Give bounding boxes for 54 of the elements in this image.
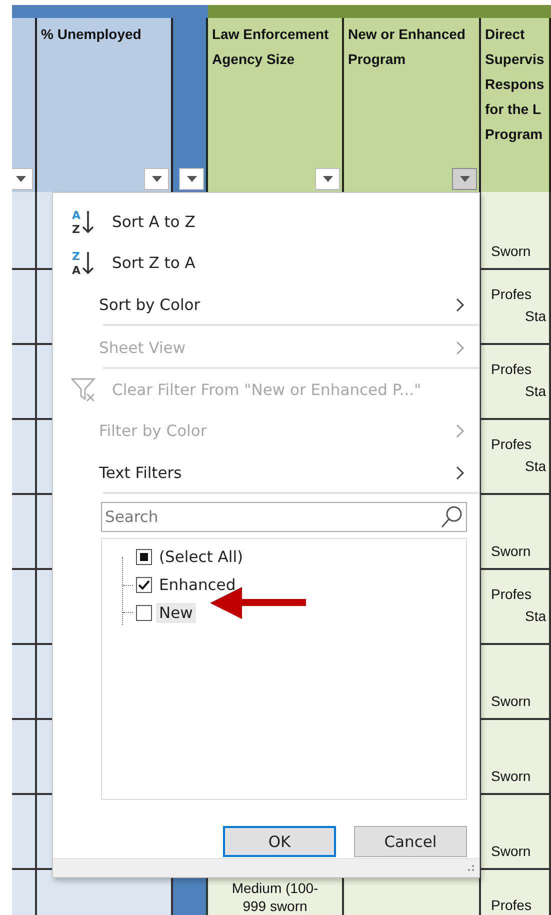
header-label: Law Enforcement Agency Size bbox=[212, 25, 330, 69]
cell-text: Profes bbox=[490, 360, 532, 378]
cell-text: Sworn bbox=[490, 242, 532, 261]
filter-dropdown-button[interactable] bbox=[315, 168, 340, 190]
header-label: Respons bbox=[485, 75, 545, 94]
header-label: Program bbox=[485, 125, 544, 144]
caret-icon bbox=[186, 176, 196, 182]
cancel-button[interactable]: Cancel bbox=[354, 826, 467, 857]
clear-filter-icon bbox=[71, 376, 97, 402]
header-label: % Unemployed bbox=[41, 25, 142, 44]
cell-text: Sta bbox=[524, 382, 548, 400]
caret-icon bbox=[152, 176, 162, 182]
checkbox[interactable] bbox=[136, 605, 152, 621]
cell-text: 999 sworn bbox=[242, 897, 308, 915]
menu-item[interactable]: Z A Sort Z to A bbox=[53, 242, 479, 283]
search-icon bbox=[440, 505, 464, 529]
caret-icon bbox=[16, 176, 26, 182]
cell-text: Profes bbox=[490, 284, 532, 304]
ok-button[interactable]: OK bbox=[223, 826, 336, 857]
cell-text: Profes bbox=[490, 434, 532, 454]
caret-icon bbox=[322, 176, 332, 182]
filter-dropdown-button[interactable] bbox=[12, 168, 33, 190]
cell-text: Sworn bbox=[490, 542, 532, 561]
value-label[interactable]: (Select All) bbox=[156, 547, 246, 567]
checkbox[interactable] bbox=[136, 577, 152, 593]
menu-item[interactable]: Sort by Color bbox=[53, 283, 479, 326]
filter-dropdown-button[interactable] bbox=[452, 168, 477, 190]
header-label: Direct bbox=[485, 25, 526, 44]
cell-text: Sworn bbox=[490, 842, 532, 861]
cell-text: Sworn bbox=[490, 767, 532, 786]
header-label: for the L bbox=[485, 100, 542, 119]
menu-item[interactable]: Text Filters bbox=[53, 451, 479, 494]
value-label[interactable]: Enhanced bbox=[156, 575, 239, 595]
resize-grip-icon[interactable] bbox=[467, 864, 475, 872]
chevron-right-icon bbox=[456, 298, 465, 312]
caret-icon bbox=[460, 176, 470, 182]
header-label: New or Enhanced Program bbox=[348, 25, 466, 69]
filter-dropdown-button[interactable] bbox=[144, 168, 169, 190]
cell-text: Sta bbox=[524, 606, 548, 626]
chevron-right-icon bbox=[456, 466, 465, 480]
cell-text: Medium (100- bbox=[230, 879, 320, 897]
value-label[interactable]: New bbox=[156, 603, 196, 623]
search-field[interactable]: Search bbox=[101, 502, 467, 532]
cell-text: Sworn bbox=[490, 692, 532, 711]
cell-text: Sta bbox=[524, 456, 548, 476]
filter-dropdown-button[interactable] bbox=[179, 168, 204, 190]
cell-text: Profes bbox=[490, 584, 532, 604]
chevron-right-icon bbox=[456, 424, 465, 438]
cell-text: Profes bbox=[490, 896, 532, 915]
chevron-right-icon bbox=[456, 340, 465, 354]
header-label: Supervis bbox=[485, 50, 545, 69]
cell-text: Sta bbox=[524, 306, 548, 326]
menu-item[interactable]: A Z Sort A to Z bbox=[53, 201, 479, 242]
checkbox[interactable] bbox=[136, 549, 152, 565]
